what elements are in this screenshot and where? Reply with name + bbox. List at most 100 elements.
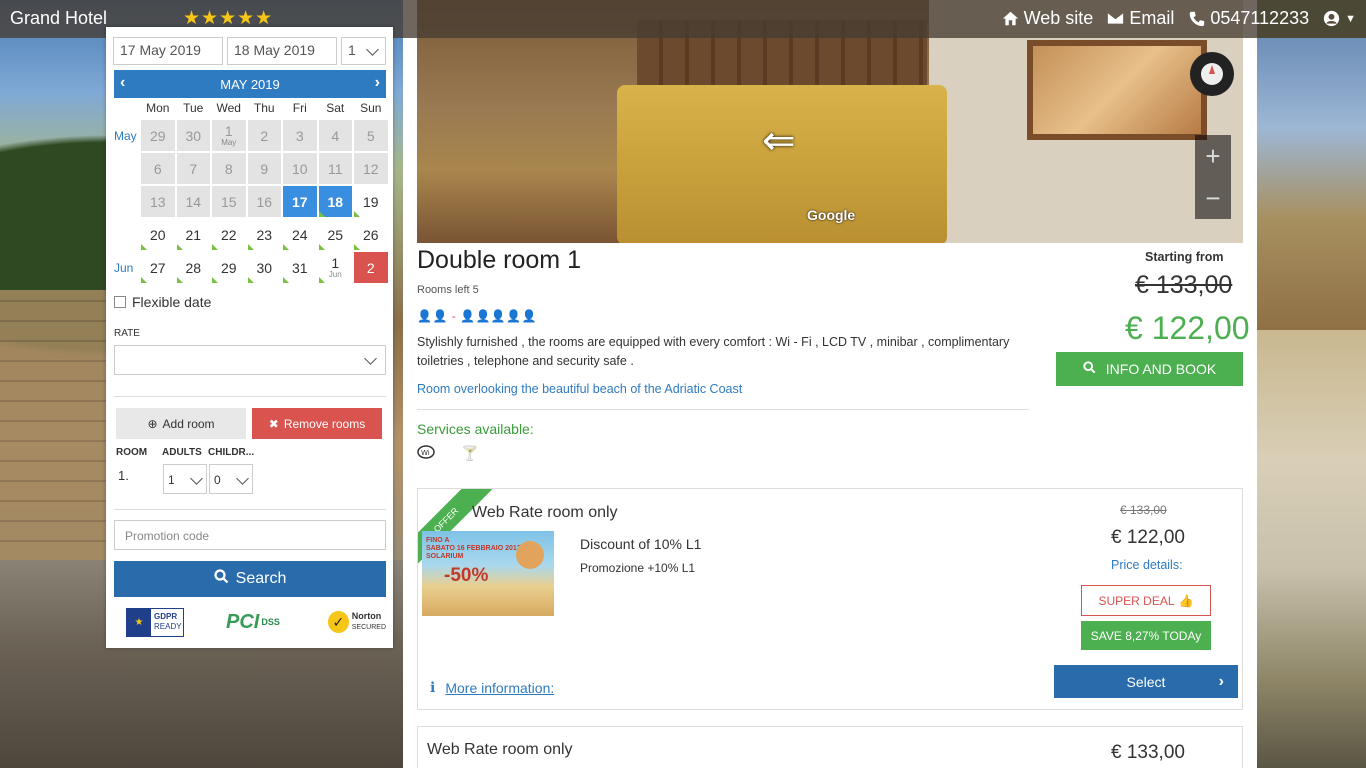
info-icon: ℹ (430, 679, 436, 695)
calendar-day[interactable]: 21 (176, 219, 211, 250)
calendar-day-number: 17 (291, 193, 308, 210)
checkout-field[interactable]: 18 May 2019 (227, 37, 337, 65)
promotion-code-input[interactable]: Promotion code (114, 520, 386, 550)
calendar-day[interactable]: 9 (247, 153, 281, 184)
calendar-day-number: 1 (224, 123, 233, 139)
calendar-day[interactable]: 5 (354, 120, 388, 151)
calendar-day[interactable]: 6 (141, 153, 175, 184)
calendar-day[interactable]: 14 (176, 186, 210, 217)
calendar-day[interactable]: 12 (354, 153, 388, 184)
offer-image-person (516, 541, 544, 569)
offer-name: Discount of 10% L1 (580, 536, 702, 552)
rate-offer-card: OFFER Web Rate room only FINO A SABATO 1… (417, 488, 1243, 710)
calendar-day[interactable]: 11 (318, 153, 352, 184)
search-button[interactable]: Search (114, 561, 386, 597)
checkin-field[interactable]: 17 May 2019 (113, 37, 223, 65)
calendar-day-number: 2 (260, 127, 269, 144)
calendar-day-number: 7 (189, 160, 198, 177)
calendar-day-number: 13 (149, 193, 166, 210)
add-room-label: Add room (162, 416, 215, 431)
more-information-link[interactable]: ℹ More information: (430, 679, 554, 696)
gdpr-badge: ★ GDPR READY (126, 607, 184, 637)
calendar-day[interactable]: 10 (283, 153, 317, 184)
nights-value: 1 (348, 42, 356, 58)
calendar-next-button[interactable]: › (375, 74, 380, 92)
select-button[interactable]: Select › (1054, 665, 1238, 698)
calendar-day[interactable]: 13 (141, 186, 175, 217)
info-and-book-button[interactable]: INFO AND BOOK (1056, 352, 1243, 386)
offer-subtitle: Promozione +10% L1 (580, 561, 696, 575)
calendar-day-number: 24 (291, 226, 308, 243)
room-description: Stylishly furnished , the rooms are equi… (417, 335, 1010, 368)
phone-number: 0547112233 (1210, 8, 1310, 28)
nights-select[interactable]: 1 (341, 37, 386, 65)
calendar-day-number: 31 (291, 259, 308, 276)
calendar-day[interactable]: 25 (318, 219, 353, 250)
weekday-label: Sun (360, 101, 382, 115)
calendar-day[interactable]: 29 (212, 252, 246, 283)
calendar-day-number: 14 (185, 193, 202, 210)
calendar-week: May 29 30 1 May 2 3 4 5 (114, 119, 388, 152)
navigation-arrow-icon[interactable]: ⇐ (762, 118, 796, 164)
calendar-day[interactable]: 24 (283, 219, 317, 250)
account-menu[interactable]: ▼ (1323, 10, 1356, 27)
calendar-day[interactable]: 22 (212, 219, 246, 250)
save-today-badge: SAVE 8,27% TODAy (1081, 621, 1211, 650)
search-icon (214, 569, 229, 589)
norton-sub: SECURED (351, 624, 386, 631)
remove-rooms-button[interactable]: ✖ Remove rooms (252, 408, 382, 439)
calendar-day[interactable]: 16 (247, 186, 281, 217)
calendar-day[interactable]: 18 (318, 186, 352, 217)
calendar-grid: Mon Tue Wed Thu Fri Sat Sun May 29 30 1 May 2… (114, 101, 388, 284)
calendar-day[interactable]: 2 (247, 120, 281, 151)
calendar-day[interactable]: 17 (283, 186, 317, 217)
email-link[interactable]: Email (1107, 8, 1174, 29)
calendar-day[interactable]: 19 (354, 186, 388, 217)
calendar-day[interactable]: 30 (176, 120, 210, 151)
flexible-date-option[interactable]: Flexible date (114, 294, 211, 310)
calendar-day[interactable]: 27 (141, 252, 175, 283)
occupancy-icons: 👤👤 - 👤👤👤👤👤 (417, 309, 538, 323)
calendar-day[interactable]: 8 (212, 153, 246, 184)
zoom-out-button[interactable]: − (1205, 183, 1220, 214)
calendar-day[interactable]: 30 (247, 252, 282, 283)
zoom-in-button[interactable]: + (1205, 141, 1220, 172)
add-room-button[interactable]: ⊕ Add room (116, 408, 246, 439)
calendar-day-number: 26 (362, 226, 379, 243)
user-circle-icon (1323, 10, 1340, 27)
calendar-day[interactable]: 7 (176, 153, 210, 184)
email-label: Email (1129, 8, 1175, 28)
room-number: 1. (118, 468, 129, 483)
room-table-header: ROOM ADULTS CHILDR... (116, 447, 258, 458)
calendar-day[interactable]: 3 (283, 120, 317, 151)
calendar-day-month: May (221, 138, 237, 147)
services-icons: Wi 🍸 (417, 445, 478, 462)
calendar-day[interactable]: 4 (318, 120, 352, 151)
flexible-date-checkbox[interactable] (114, 296, 126, 308)
website-link[interactable]: Web site (1002, 8, 1093, 29)
adults-select[interactable]: 1 (163, 464, 207, 494)
calendar-day[interactable]: 1 May (212, 120, 246, 151)
calendar-day-number: 10 (291, 160, 308, 177)
bed-graphic (617, 85, 947, 243)
offer-image-discount: -50% (444, 565, 489, 586)
hotel-brand[interactable]: Grand Hotel (10, 8, 107, 29)
calendar-day[interactable]: 26 (354, 219, 388, 250)
calendar-day[interactable]: 20 (141, 219, 175, 250)
calendar-prev-button[interactable]: ‹ (120, 74, 125, 92)
calendar-day[interactable]: 31 (283, 252, 317, 283)
price-details-link[interactable]: Price details: (1111, 558, 1183, 572)
calendar-day[interactable]: 1 Jun (318, 252, 353, 283)
calendar-day-number: 1 (331, 255, 340, 271)
calendar-day[interactable]: 28 (176, 252, 211, 283)
calendar-day[interactable]: 15 (212, 186, 246, 217)
offer-image-line: FINO A (426, 537, 450, 544)
calendar-day[interactable]: 2 (354, 252, 388, 283)
compass-icon[interactable] (1190, 52, 1234, 96)
calendar-day[interactable]: 29 (141, 120, 175, 151)
calendar-day[interactable]: 23 (247, 219, 282, 250)
children-select[interactable]: 0 (209, 464, 253, 494)
rate-select[interactable] (114, 345, 386, 375)
services-label: Services available: (417, 421, 534, 437)
phone-link[interactable]: 0547112233 (1188, 8, 1309, 29)
